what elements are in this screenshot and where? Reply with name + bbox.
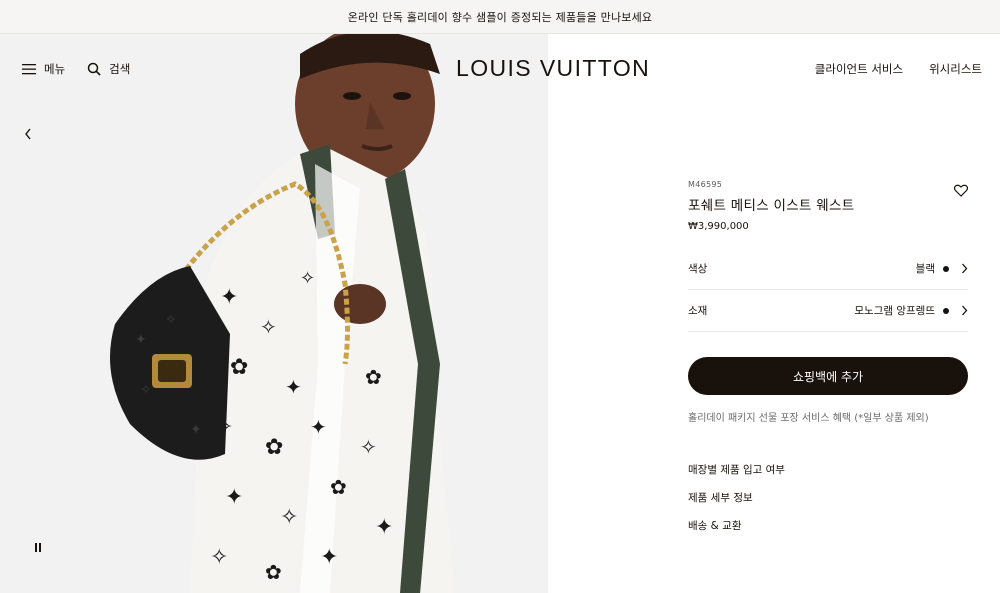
chevron-left-icon xyxy=(24,125,32,144)
material-selector[interactable]: 소재 모노그램 앙프렝뜨 xyxy=(688,290,968,332)
client-service-link[interactable]: 클라이언트 서비스 xyxy=(815,61,903,77)
svg-text:✦: ✦ xyxy=(220,285,238,310)
material-swatch xyxy=(943,307,949,314)
svg-text:✧: ✧ xyxy=(260,315,277,339)
pause-button[interactable] xyxy=(30,539,46,555)
svg-text:✦: ✦ xyxy=(190,422,202,438)
pause-icon xyxy=(34,542,42,552)
search-button[interactable]: 검색 xyxy=(87,61,130,77)
svg-text:✧: ✧ xyxy=(140,382,152,398)
product-info-links: 매장별 제품 입고 여부 제품 세부 정보 배송 & 교환 xyxy=(688,462,968,533)
svg-text:✦: ✦ xyxy=(375,515,393,540)
gift-wrap-note: 홀리데이 패키지 선물 포장 서비스 혜택 (*일부 상품 제외) xyxy=(688,413,929,424)
menu-label: 메뉴 xyxy=(44,62,66,76)
store-availability-link[interactable]: 매장별 제품 입고 여부 xyxy=(688,462,968,477)
search-icon xyxy=(87,62,101,76)
promo-banner[interactable]: 온라인 단독 홀리데이 향수 샘플이 증정되는 제품들을 만나보세요 xyxy=(0,0,1000,34)
chevron-right-icon xyxy=(961,263,968,274)
svg-text:✧: ✧ xyxy=(210,545,228,570)
previous-image-button[interactable] xyxy=(20,126,36,142)
brand-logo[interactable]: LOUIS VUITTON xyxy=(456,55,650,82)
svg-text:✿: ✿ xyxy=(230,355,248,380)
svg-text:✿: ✿ xyxy=(265,435,283,460)
add-to-bag-button[interactable]: 쇼핑백에 추가 xyxy=(688,357,968,395)
add-to-wishlist-button[interactable] xyxy=(953,182,969,201)
color-value: 블랙 xyxy=(915,263,935,275)
hamburger-icon xyxy=(22,63,36,75)
header-right-group: 클라이언트 서비스 위시리스트 xyxy=(789,61,982,77)
product-price: ₩3,990,000 xyxy=(688,221,749,232)
color-label: 색상 xyxy=(688,263,708,275)
product-sku: M46595 xyxy=(688,180,723,189)
svg-text:✿: ✿ xyxy=(265,560,282,584)
shipping-returns-link[interactable]: 배송 & 교환 xyxy=(688,518,968,533)
search-label: 검색 xyxy=(109,62,131,76)
material-value: 모노그램 앙프렝뜨 xyxy=(854,305,935,317)
svg-text:✧: ✧ xyxy=(165,312,177,328)
color-selector[interactable]: 색상 블랙 xyxy=(688,248,968,290)
material-label: 소재 xyxy=(688,305,708,317)
product-title: 포쉐트 메티스 이스트 웨스트 xyxy=(688,198,855,214)
heart-icon xyxy=(953,182,969,201)
svg-text:✦: ✦ xyxy=(135,332,147,348)
svg-text:✧: ✧ xyxy=(280,505,298,530)
color-swatch xyxy=(943,265,949,272)
svg-text:✦: ✦ xyxy=(320,545,338,570)
svg-text:✧: ✧ xyxy=(360,435,377,459)
product-panel: M46595 포쉐트 메티스 이스트 웨스트 ₩3,990,000 색상 블랙 … xyxy=(688,180,969,546)
svg-text:✿: ✿ xyxy=(365,365,382,389)
wishlist-link[interactable]: 위시리스트 xyxy=(929,61,982,77)
svg-text:✿: ✿ xyxy=(330,475,347,499)
menu-button[interactable]: 메뉴 xyxy=(22,61,65,77)
svg-text:✦: ✦ xyxy=(310,415,327,439)
svg-text:✧: ✧ xyxy=(300,268,315,289)
product-details-link[interactable]: 제품 세부 정보 xyxy=(688,490,968,505)
svg-text:✦: ✦ xyxy=(225,485,243,510)
promo-text: 온라인 단독 홀리데이 향수 샘플이 증정되는 제품들을 만나보세요 xyxy=(347,10,653,24)
chevron-right-icon xyxy=(961,305,968,316)
product-hero-image: ✦ ✧ ✿ ✦ ✧ ✿ ✦ ✦ ✧ ✿ ✧ ✿ ✦ ✧ ✦ ✿ ✧ ✦ ✦ ✧ xyxy=(0,34,548,593)
header-left-group: 메뉴 검색 xyxy=(22,61,152,77)
svg-text:✦: ✦ xyxy=(285,375,302,399)
